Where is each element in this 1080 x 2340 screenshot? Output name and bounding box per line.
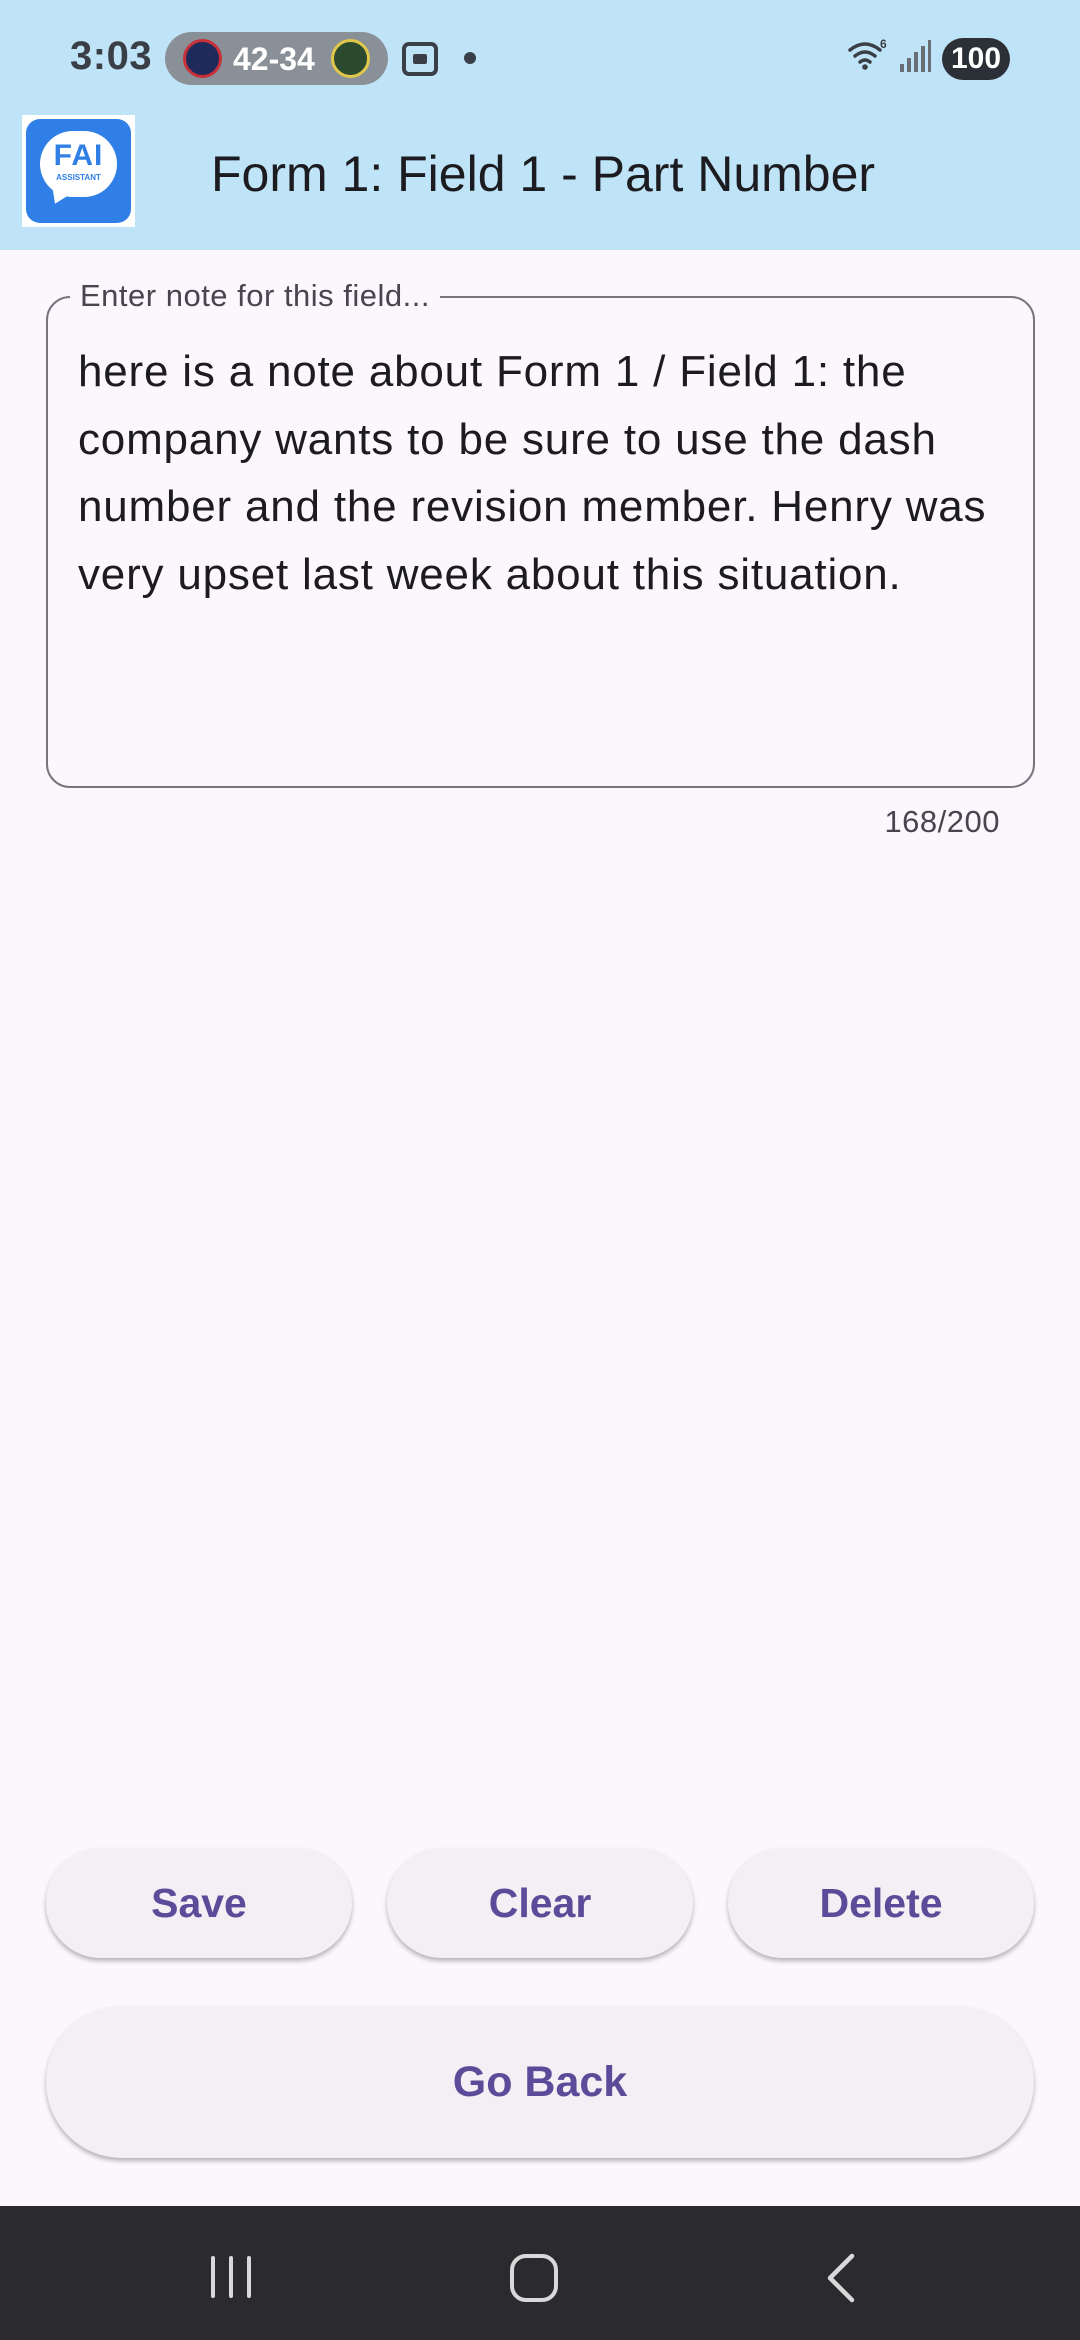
note-field-label: Enter note for this field... — [70, 278, 441, 314]
page-title: Form 1: Field 1 - Part Number — [211, 146, 876, 202]
clear-button[interactable]: Clear — [387, 1848, 693, 1958]
battery-icon: 100 — [942, 38, 1010, 80]
status-time: 3:03 — [70, 34, 153, 78]
cellular-signal-icon — [900, 40, 931, 72]
app-logo: FAI ASSISTANT — [22, 115, 135, 227]
svg-text:6: 6 — [880, 37, 887, 51]
chat-bubble-logo-icon: FAI ASSISTANT — [26, 119, 131, 223]
notification-dot-icon — [464, 52, 476, 64]
status-bar: 3:03 42-34 6 100 — [0, 0, 1080, 115]
back-arrow-icon[interactable] — [822, 2252, 862, 2304]
live-score: 42-34 — [233, 41, 315, 77]
home-icon[interactable] — [510, 2254, 558, 2302]
go-back-button[interactable]: Go Back — [46, 2006, 1034, 2158]
save-button[interactable]: Save — [46, 1848, 352, 1958]
recent-apps-icon[interactable] — [209, 2256, 255, 2298]
team-logo-icon — [183, 39, 222, 78]
app-screen: 3:03 42-34 6 100 FAI ASSISTANT Form 1: F… — [0, 0, 1080, 2340]
team-logo-icon — [331, 39, 370, 78]
character-counter: 168/200 — [884, 804, 1000, 839]
logo-subtext: ASSISTANT — [56, 173, 101, 182]
logo-text: FAI — [53, 139, 104, 172]
screenshot-icon — [402, 42, 438, 76]
app-bar: FAI ASSISTANT Form 1: Field 1 - Part Num… — [0, 115, 1080, 250]
wifi-icon: 6 — [848, 37, 887, 70]
system-nav-bar — [0, 2206, 1080, 2340]
live-score-pill[interactable]: 42-34 — [165, 32, 388, 85]
note-text-value[interactable]: here is a note about Form 1 / Field 1: t… — [78, 338, 1008, 608]
delete-button[interactable]: Delete — [728, 1848, 1034, 1958]
